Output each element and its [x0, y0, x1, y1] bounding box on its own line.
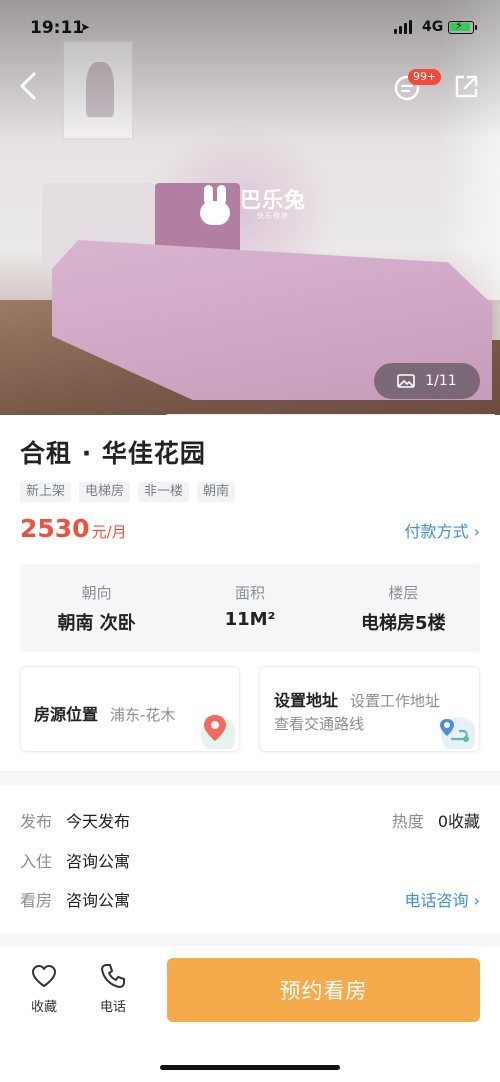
price-value: 2530	[20, 514, 90, 543]
fact-orientation: 朝向 朝南 次卧	[20, 564, 173, 652]
brand-watermark: 巴乐兔 快乐租房	[198, 185, 306, 225]
section-divider	[0, 771, 500, 785]
heart-icon	[32, 965, 56, 987]
publish-label: 发布	[20, 812, 53, 831]
route-icon	[440, 717, 475, 749]
image-icon	[397, 374, 416, 388]
brand-subtitle: 快乐租房	[257, 212, 289, 220]
payment-method-link[interactable]: 付款方式 ›	[404, 518, 480, 542]
listing-title: 合租 · 华佳花园	[20, 439, 206, 468]
brand-name: 巴乐兔	[240, 188, 306, 212]
movein-label: 入住	[20, 852, 53, 871]
tag: 新上架	[20, 482, 72, 502]
location-title: 房源位置	[34, 705, 99, 724]
location-value: 浦东-花木	[110, 706, 176, 724]
status-bar: 19:11 ➤ 4G ⚡	[0, 0, 500, 58]
tag: 非一楼	[138, 482, 190, 502]
commute-sub: 查看交通路线	[274, 715, 365, 733]
status-time: 19:11	[30, 18, 85, 38]
rabbit-logo-icon	[198, 185, 234, 225]
heat-row: 热度 0收藏	[392, 808, 480, 832]
back-button[interactable]	[14, 68, 44, 104]
price-unit: 元/月	[91, 523, 127, 541]
phone-button[interactable]: 电话	[88, 962, 138, 1015]
network-type: 4G	[422, 19, 444, 35]
book-viewing-button[interactable]: 预约看房	[167, 958, 480, 1022]
photo-counter-text: 1/11	[425, 373, 457, 389]
listing-photo[interactable]: 巴乐兔 快乐租房	[0, 0, 500, 415]
commute-title: 设置地址	[274, 691, 339, 710]
tag: 电梯房	[79, 482, 131, 502]
chevron-right-icon: ›	[473, 891, 480, 910]
heat-label: 热度	[391, 812, 424, 831]
home-indicator	[160, 1065, 340, 1070]
price: 2530 元/月	[20, 514, 127, 543]
facts-panel: 朝向 朝南 次卧 面积 11M² 楼层 电梯房5楼	[20, 564, 480, 652]
map-pin-icon	[201, 715, 235, 749]
fact-value: 朝南 次卧	[57, 613, 136, 634]
viewing-label: 看房	[20, 891, 53, 910]
share-icon	[455, 75, 478, 98]
heat-value: 0收藏	[437, 812, 480, 831]
movein-value: 咨询公寓	[66, 852, 131, 871]
publish-value: 今天发布	[66, 812, 131, 831]
movein-row: 入住 咨询公寓	[20, 848, 130, 872]
viewing-row: 看房 咨询公寓	[20, 887, 130, 911]
fact-floor: 楼层 电梯房5楼	[327, 564, 480, 652]
fact-value: 11M²	[224, 609, 276, 630]
photo-counter[interactable]: 1/11	[374, 363, 480, 399]
commute-card[interactable]: 设置地址 设置工作地址 查看交通路线	[259, 666, 480, 752]
location-card[interactable]: 房源位置 浦东-花木	[20, 666, 240, 752]
commute-hint: 设置工作地址	[350, 692, 441, 710]
fact-label: 面积	[234, 584, 265, 602]
favorite-button[interactable]: 收藏	[19, 962, 69, 1015]
location-arrow-icon: ➤	[80, 20, 91, 34]
listing-tags: 新上架 电梯房 非一楼 朝南	[20, 482, 236, 502]
bottom-action-bar: 收藏 电话 预约看房	[0, 946, 500, 1082]
publish-row: 发布 今天发布	[20, 808, 130, 832]
viewing-value: 咨询公寓	[66, 891, 131, 910]
chevron-left-icon	[20, 72, 36, 100]
fact-label: 朝向	[81, 584, 112, 602]
tag: 朝南	[197, 482, 236, 502]
fact-label: 楼层	[388, 584, 419, 602]
listing-detail-page: 巴乐兔 快乐租房 19:11 ➤ 4G ⚡ 99+ 1/11 合租 · 华佳花园…	[0, 0, 500, 1082]
phone-label: 电话	[99, 1000, 126, 1015]
signal-icon	[394, 20, 412, 34]
fact-value: 电梯房5楼	[361, 613, 446, 634]
favorite-label: 收藏	[30, 1000, 57, 1015]
battery-icon: ⚡	[448, 19, 477, 34]
phone-icon	[101, 964, 125, 988]
phone-consult-link[interactable]: 电话咨询 ›	[404, 887, 480, 911]
share-button[interactable]	[452, 73, 480, 101]
chevron-right-icon: ›	[473, 522, 480, 541]
message-badge: 99+	[408, 69, 442, 85]
fact-area: 面积 11M²	[173, 564, 326, 652]
section-divider	[0, 934, 500, 946]
